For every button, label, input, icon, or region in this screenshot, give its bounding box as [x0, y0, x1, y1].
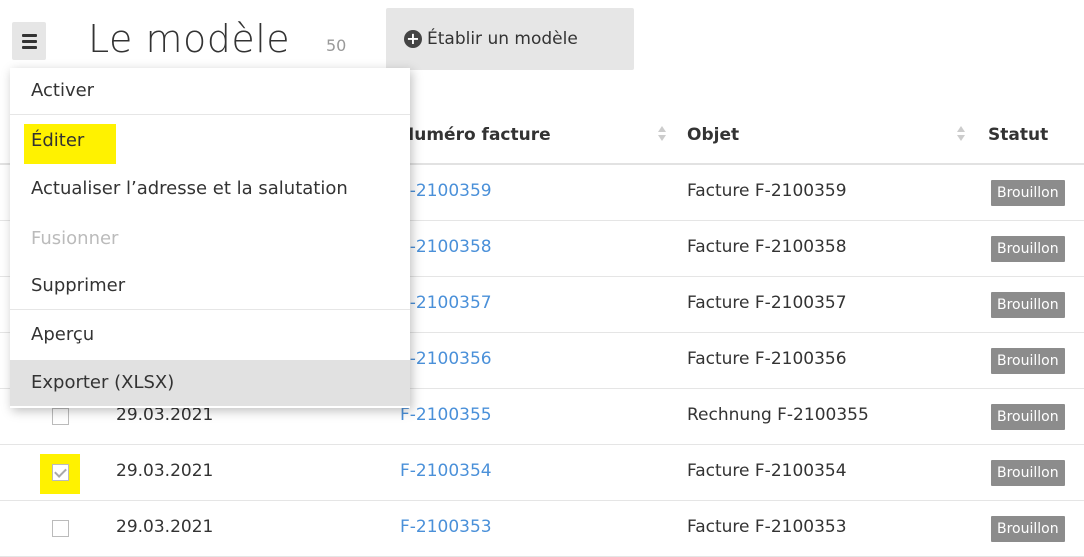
menu-item-export-xlsx[interactable]: Exporter (XLSX) [10, 360, 410, 406]
row-checkbox[interactable] [52, 520, 69, 537]
menu-item-label: Fusionner [31, 228, 119, 249]
row-subject: Facture F-2100357 [687, 293, 847, 313]
status-badge: Brouillon [991, 180, 1065, 206]
row-subject: Facture F-2100353 [687, 517, 847, 537]
create-template-button[interactable]: + Établir un modèle [386, 8, 634, 70]
menu-item-activate[interactable]: Activer [10, 68, 410, 115]
row-invoice-number-link[interactable]: F-2100355 [400, 405, 492, 425]
row-subject: Rechnung F-2100355 [687, 405, 869, 425]
row-checkbox[interactable] [52, 408, 69, 425]
row-invoice-number-link[interactable]: F-2100358 [400, 237, 492, 257]
row-invoice-number-link[interactable]: F-2100353 [400, 517, 492, 537]
row-subject: Facture F-2100354 [687, 461, 847, 481]
row-invoice-number-link[interactable]: F-2100354 [400, 461, 492, 481]
plus-circle-icon: + [404, 30, 422, 48]
menu-item-merge: Fusionner [10, 216, 410, 262]
menu-item-label: Exporter (XLSX) [31, 372, 175, 393]
status-badge: Brouillon [991, 460, 1065, 486]
sort-subject-icon[interactable] [956, 126, 966, 144]
row-invoice-number-link[interactable]: F-2100359 [400, 181, 492, 201]
page-title: Le modèle [88, 17, 291, 61]
table-row[interactable]: 29.03.2021 F-2100353 Facture F-2100353 Brou… [0, 500, 1084, 557]
row-date: 29.03.2021 [116, 517, 214, 537]
row-invoice-number-link[interactable]: F-2100357 [400, 293, 492, 313]
status-badge: Brouillon [991, 404, 1065, 430]
status-badge: Brouillon [991, 292, 1065, 318]
create-template-label: Établir un modèle [427, 29, 578, 49]
menu-item-label: Actualiser l’adresse et la salutation [31, 178, 348, 199]
row-date: 29.03.2021 [116, 405, 214, 425]
menu-item-label: Aperçu [31, 324, 95, 345]
table-row[interactable]: 29.03.2021 F-2100354 Facture F-2100354 Brou… [0, 444, 1084, 501]
menu-item-delete[interactable]: Supprimer [10, 263, 410, 310]
row-subject: Facture F-2100359 [687, 181, 847, 201]
row-subject: Facture F-2100358 [687, 237, 847, 257]
row-subject: Facture F-2100356 [687, 349, 847, 369]
status-badge: Brouillon [991, 236, 1065, 262]
menu-item-preview[interactable]: Aperçu [10, 312, 410, 358]
hamburger-menu-icon[interactable] [12, 22, 46, 60]
actions-dropdown-menu: Activer Éditer Actualiser l’adresse et l… [10, 68, 410, 408]
menu-item-label: Supprimer [31, 275, 126, 296]
record-count: 50 [326, 36, 347, 55]
menu-item-label: Activer [31, 80, 95, 101]
row-checkbox[interactable] [52, 464, 69, 481]
menu-item-label: Éditer [31, 130, 85, 151]
status-badge: Brouillon [991, 348, 1065, 374]
row-invoice-number-link[interactable]: F-2100356 [400, 349, 492, 369]
column-header-status[interactable]: Statut [988, 125, 1048, 145]
page-header: Le modèle 50 + Établir un modèle [0, 0, 1084, 70]
menu-item-update-address[interactable]: Actualiser l’adresse et la salutation [10, 166, 410, 212]
row-date: 29.03.2021 [116, 461, 214, 481]
status-badge: Brouillon [991, 516, 1065, 542]
menu-item-edit[interactable]: Éditer [10, 116, 410, 164]
column-header-number[interactable]: Numéro facture [400, 125, 551, 145]
column-header-subject[interactable]: Objet [687, 125, 739, 145]
sort-number-icon[interactable] [657, 126, 667, 144]
